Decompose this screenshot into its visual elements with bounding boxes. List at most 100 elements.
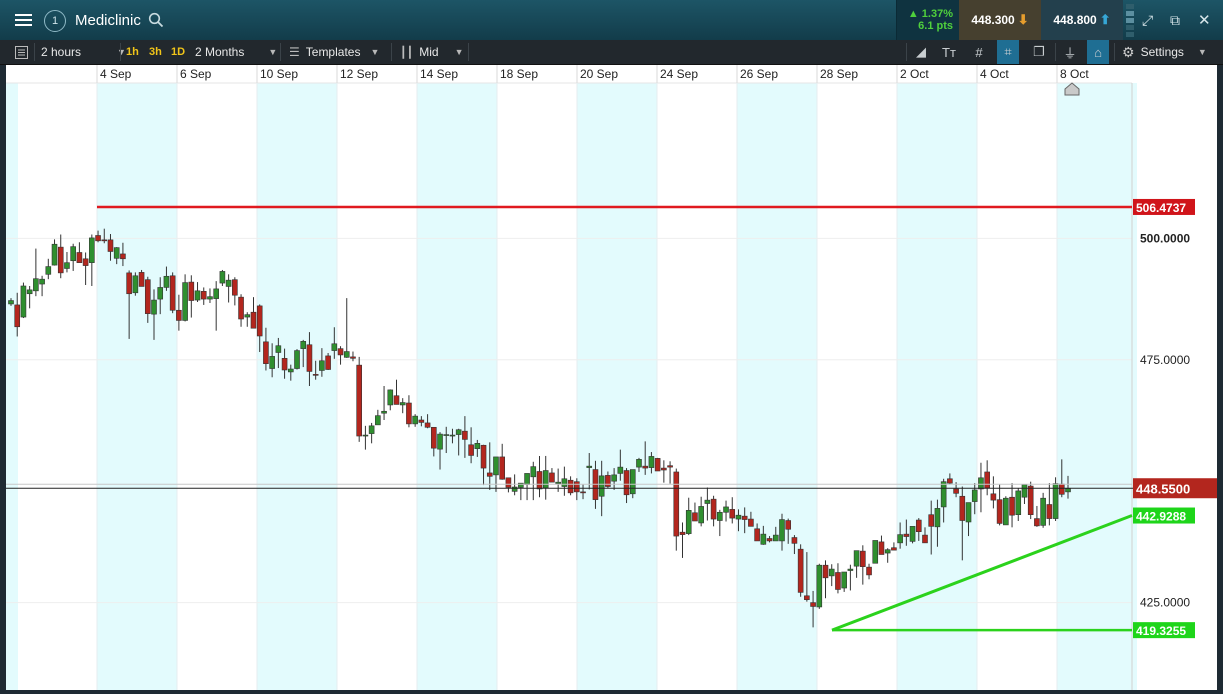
candle [200,287,207,305]
menu-button[interactable] [10,0,36,40]
tag-icon[interactable]: ⌂ [1087,40,1109,64]
alerts-button[interactable]: 1 [44,10,66,32]
price-chart[interactable]: 4 Sep 6 Sep 10 Sep 12 Sep 14 Sep 18 Sep 20 Sep… [6,65,1217,690]
candle [536,455,543,498]
candle-body [300,341,307,349]
x-tick-label: 4 Oct [980,67,1009,81]
candle-body [1009,496,1015,516]
candle [909,526,916,544]
candle-body [232,279,238,296]
candle [505,477,512,493]
candle-body [194,290,201,301]
candle [1021,484,1028,505]
indicator-icon[interactable]: ⏚ [1059,40,1081,64]
interval-select[interactable]: 2 hours ▼ [41,40,126,64]
candle-body [8,300,14,305]
close-icon[interactable]: ✕ [1198,0,1211,40]
candle [661,460,667,483]
buy-button[interactable]: 448.800 ⬆ [1041,0,1123,40]
chart-canvas[interactable]: 4 Sep 6 Sep 10 Sep 12 Sep 14 Sep 18 Sep 20 Sep… [6,65,1217,690]
candle-body [306,344,313,372]
candle [996,484,1003,526]
candle [343,298,350,358]
candle [33,248,39,297]
text-tool-icon[interactable]: Tт [938,40,960,64]
candle [250,297,257,329]
price-type-select[interactable]: ┃┃ Mid ▼ [400,40,464,64]
day-band [1057,83,1137,690]
candle-body [915,519,922,532]
layout-icon[interactable] [12,40,30,64]
candle-body [648,456,655,468]
range-select[interactable]: 2 Months ▼ [195,40,277,64]
candle [375,409,381,426]
candle-body [511,486,518,492]
support-label: 419.3255 [1136,624,1186,638]
candle [70,243,76,271]
candle-body [337,348,344,356]
candle-body [555,481,561,484]
settings-button[interactable]: ⚙ Settings ▼ [1122,40,1207,64]
candle-body [64,262,70,269]
candle-body [319,360,325,371]
interval-1h-button[interactable]: 1h [126,40,139,64]
candle [368,422,375,444]
x-tick-label: 24 Sep [660,67,698,81]
candle-body [623,470,630,496]
candle-body [256,305,263,337]
day-band [6,83,18,690]
candle-body [207,296,213,300]
instrument-name[interactable]: Mediclinic [75,0,141,40]
candle-body [51,243,58,266]
candle-body [524,473,530,485]
candle [1046,483,1053,526]
crosshair-grid-icon[interactable]: ⌗ [997,40,1019,64]
candle [860,545,866,585]
day-bands [6,83,1137,690]
candle-body [399,402,406,406]
candle [225,274,232,303]
candle-body [412,415,418,425]
candle [182,274,188,322]
sell-price: 448.300 [971,13,1015,27]
candle-body [57,246,64,274]
candle [381,386,387,421]
layers-icon[interactable]: ❐ [1028,40,1050,64]
popout-icon[interactable]: ⧉ [1170,0,1180,40]
candle [76,242,83,263]
candle-body [611,474,617,482]
interval-1d-button[interactable]: 1D [171,40,185,64]
candle [673,468,680,551]
candle-body [468,444,474,456]
candle-body [89,237,95,263]
candle [387,389,394,411]
buy-price: 448.800 [1053,13,1097,27]
search-icon[interactable] [148,0,164,40]
candle-body [766,538,773,542]
candle-body [984,471,990,489]
candle-body [219,271,226,284]
candle-body [617,466,624,474]
candle-body [430,426,437,449]
draw-line-icon[interactable]: ◢ [910,40,932,64]
candle [20,282,27,319]
candle [219,269,226,286]
candle-body [1046,504,1053,519]
candle-body [362,434,369,437]
candle [561,466,568,496]
candle-body [735,514,742,520]
candle-body [499,456,505,480]
candle-body [474,443,481,449]
candle [499,443,505,480]
candle-body [847,568,854,571]
grid-icon[interactable]: # [968,40,990,64]
sell-button[interactable]: 448.300 ⬇ [959,0,1041,40]
candle-body [729,509,736,519]
interval-3h-button[interactable]: 3h [149,40,162,64]
candle-body [45,266,52,275]
candle-body [978,477,984,490]
candle [567,476,574,496]
chevron-down-icon: ▼ [370,47,380,57]
templates-select[interactable]: ☰ Templates ▼ [289,40,379,64]
expand-icon[interactable]: ⤢ [1142,0,1153,40]
